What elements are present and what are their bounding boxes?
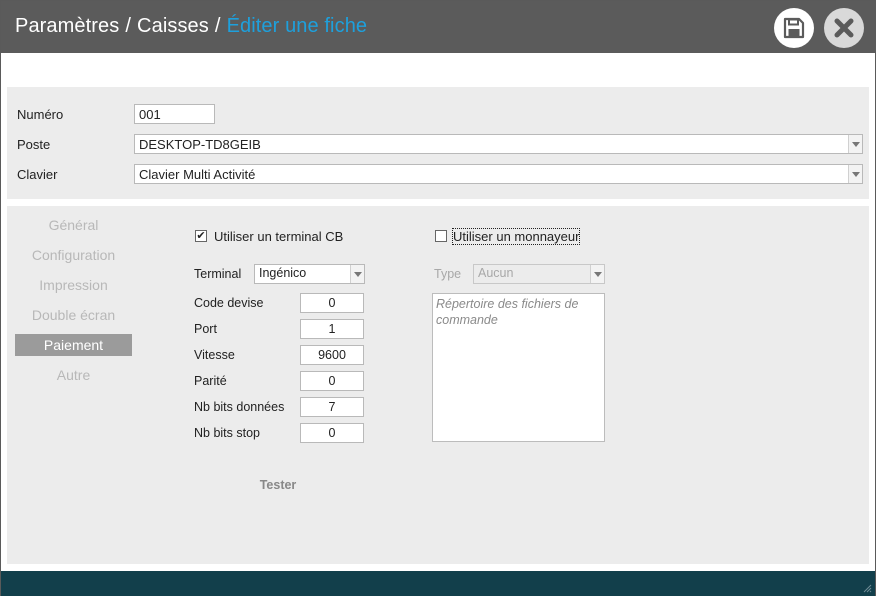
nb-bits-donnees-field[interactable]: 7 <box>300 397 364 417</box>
title-bar: Paramètres / Caisses / Éditer une fiche <box>1 1 875 53</box>
use-changer-checkbox[interactable] <box>435 230 447 242</box>
breadcrumb-parametres[interactable]: Paramètres <box>15 15 119 37</box>
floppy-disk-icon <box>783 17 805 39</box>
vitesse-field[interactable]: 9600 <box>300 345 364 365</box>
type-label: Type <box>434 267 462 281</box>
terminal-value: Ingénico <box>259 266 307 280</box>
breadcrumb-current: Éditer une fiche <box>226 15 368 37</box>
clavier-label: Clavier <box>17 167 58 182</box>
type-select[interactable]: Aucun <box>473 264 605 284</box>
poste-value: DESKTOP-TD8GEIB <box>139 137 261 152</box>
numero-field[interactable]: 001 <box>134 104 215 124</box>
type-value: Aucun <box>478 266 514 280</box>
nb-bits-stop-field[interactable]: 0 <box>300 423 364 443</box>
port-field[interactable]: 1 <box>300 319 364 339</box>
test-button[interactable]: Tester <box>247 478 309 496</box>
poste-select[interactable]: DESKTOP-TD8GEIB <box>134 134 863 154</box>
general-form-panel: Numéro 001 Poste DESKTOP-TD8GEIB Clavier… <box>7 87 869 199</box>
sidebar-item-general[interactable]: Général <box>15 214 132 236</box>
clavier-value: Clavier Multi Activité <box>139 167 256 182</box>
terminal-select[interactable]: Ingénico <box>254 264 365 284</box>
chevron-down-icon[interactable] <box>590 265 604 283</box>
code-devise-field[interactable]: 0 <box>300 293 364 313</box>
close-x-icon <box>834 18 854 38</box>
chevron-down-icon[interactable] <box>848 135 862 153</box>
use-terminal-checkbox[interactable]: ✔ <box>195 230 207 242</box>
vitesse-label: Vitesse <box>194 348 235 362</box>
breadcrumb-caisses[interactable]: Caisses <box>137 15 209 37</box>
nb-bits-donnees-label: Nb bits données <box>194 400 285 414</box>
close-button[interactable] <box>824 8 864 48</box>
use-changer-label[interactable]: Utiliser un monnayeur <box>451 228 581 245</box>
sidebar-item-autre[interactable]: Autre <box>15 364 132 386</box>
footer-bar <box>1 571 875 596</box>
clavier-select[interactable]: Clavier Multi Activité <box>134 164 863 184</box>
save-button[interactable] <box>774 8 814 48</box>
terminal-label: Terminal <box>194 267 242 281</box>
numero-label: Numéro <box>17 107 64 122</box>
command-directory-textarea[interactable]: Répertoire des fichiers de commande <box>432 293 605 442</box>
parite-label: Parité <box>194 374 227 388</box>
settings-panel: Général Configuration Impression Double … <box>7 206 869 564</box>
breadcrumb-separator: / <box>214 15 221 37</box>
sidebar-item-configuration[interactable]: Configuration <box>15 244 132 266</box>
port-label: Port <box>194 322 217 336</box>
chevron-down-icon[interactable] <box>848 165 862 183</box>
edit-register-window: Paramètres / Caisses / Éditer une fiche Numé… <box>0 0 876 596</box>
nb-bits-stop-label: Nb bits stop <box>194 426 261 440</box>
code-devise-label: Code devise <box>194 296 264 310</box>
use-terminal-label[interactable]: Utiliser un terminal CB <box>214 229 343 244</box>
sidebar-item-paiement[interactable]: Paiement <box>15 334 132 356</box>
breadcrumb: Paramètres / Caisses / Éditer une fiche <box>15 15 367 38</box>
breadcrumb-separator: / <box>125 15 132 37</box>
parite-field[interactable]: 0 <box>300 371 364 391</box>
resize-grip-icon[interactable] <box>862 583 872 593</box>
chevron-down-icon[interactable] <box>350 265 364 283</box>
poste-label: Poste <box>17 137 51 152</box>
sidebar-item-impression[interactable]: Impression <box>15 274 132 296</box>
sidebar-item-double-ecran[interactable]: Double écran <box>15 304 132 326</box>
